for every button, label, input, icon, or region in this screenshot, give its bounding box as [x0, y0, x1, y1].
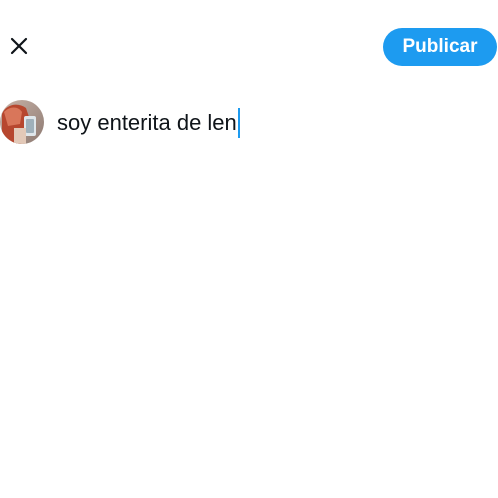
publish-button[interactable]: Publicar — [383, 28, 497, 66]
close-button[interactable] — [6, 33, 32, 59]
avatar-photo-icon — [0, 100, 44, 144]
composer-text: soy enterita de len — [57, 110, 237, 135]
text-caret — [237, 108, 240, 138]
composer-input[interactable]: soy enterita de len — [57, 108, 240, 138]
close-icon — [10, 37, 28, 55]
avatar[interactable] — [0, 100, 44, 144]
